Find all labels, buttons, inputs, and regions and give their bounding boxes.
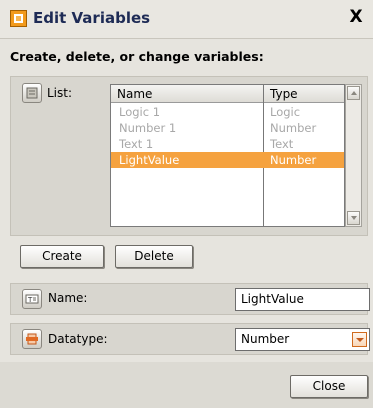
list-icon xyxy=(22,83,42,103)
create-button[interactable]: Create xyxy=(20,245,104,268)
close-window-button[interactable]: X xyxy=(347,8,365,26)
app-icon xyxy=(10,10,27,27)
chevron-down-icon[interactable] xyxy=(352,332,367,347)
scroll-down-icon[interactable] xyxy=(347,211,360,225)
row-name: Text 1 xyxy=(119,137,154,151)
vertical-scrollbar[interactable] xyxy=(345,84,362,227)
window-title: Edit Variables xyxy=(33,9,151,27)
table-row[interactable]: Logic 1 Logic xyxy=(111,104,344,120)
title-bar: Edit Variables X xyxy=(0,0,373,39)
datatype-select[interactable]: Number xyxy=(235,328,370,351)
row-type: Number xyxy=(270,121,317,135)
datatype-icon xyxy=(22,329,42,349)
row-type: Text xyxy=(270,137,294,151)
row-name: Logic 1 xyxy=(119,105,161,119)
row-name: Number 1 xyxy=(119,121,177,135)
variables-table[interactable]: Name Type Logic 1 Logic Number 1 Number … xyxy=(110,84,345,227)
scroll-up-icon[interactable] xyxy=(347,86,360,100)
name-field[interactable]: LightValue xyxy=(235,288,370,311)
row-type: Number xyxy=(270,153,317,167)
list-label: List: xyxy=(47,86,73,100)
datatype-value: Number xyxy=(241,332,290,346)
delete-button[interactable]: Delete xyxy=(115,245,193,268)
section-heading: Create, delete, or change variables: xyxy=(10,49,264,64)
row-type: Logic xyxy=(270,105,301,119)
text-field-icon: T xyxy=(22,289,42,309)
row-name: LightValue xyxy=(119,153,180,167)
table-row[interactable]: Number 1 Number xyxy=(111,120,344,136)
column-header-name[interactable]: Name xyxy=(111,85,263,103)
svg-text:T: T xyxy=(27,296,33,304)
table-row[interactable]: Text 1 Text xyxy=(111,136,344,152)
datatype-label: Datatype: xyxy=(48,332,108,346)
name-label: Name: xyxy=(48,291,88,305)
table-row-selected[interactable]: LightValue Number xyxy=(111,152,344,168)
close-button[interactable]: Close xyxy=(290,375,368,398)
column-header-type[interactable]: Type xyxy=(264,85,344,103)
